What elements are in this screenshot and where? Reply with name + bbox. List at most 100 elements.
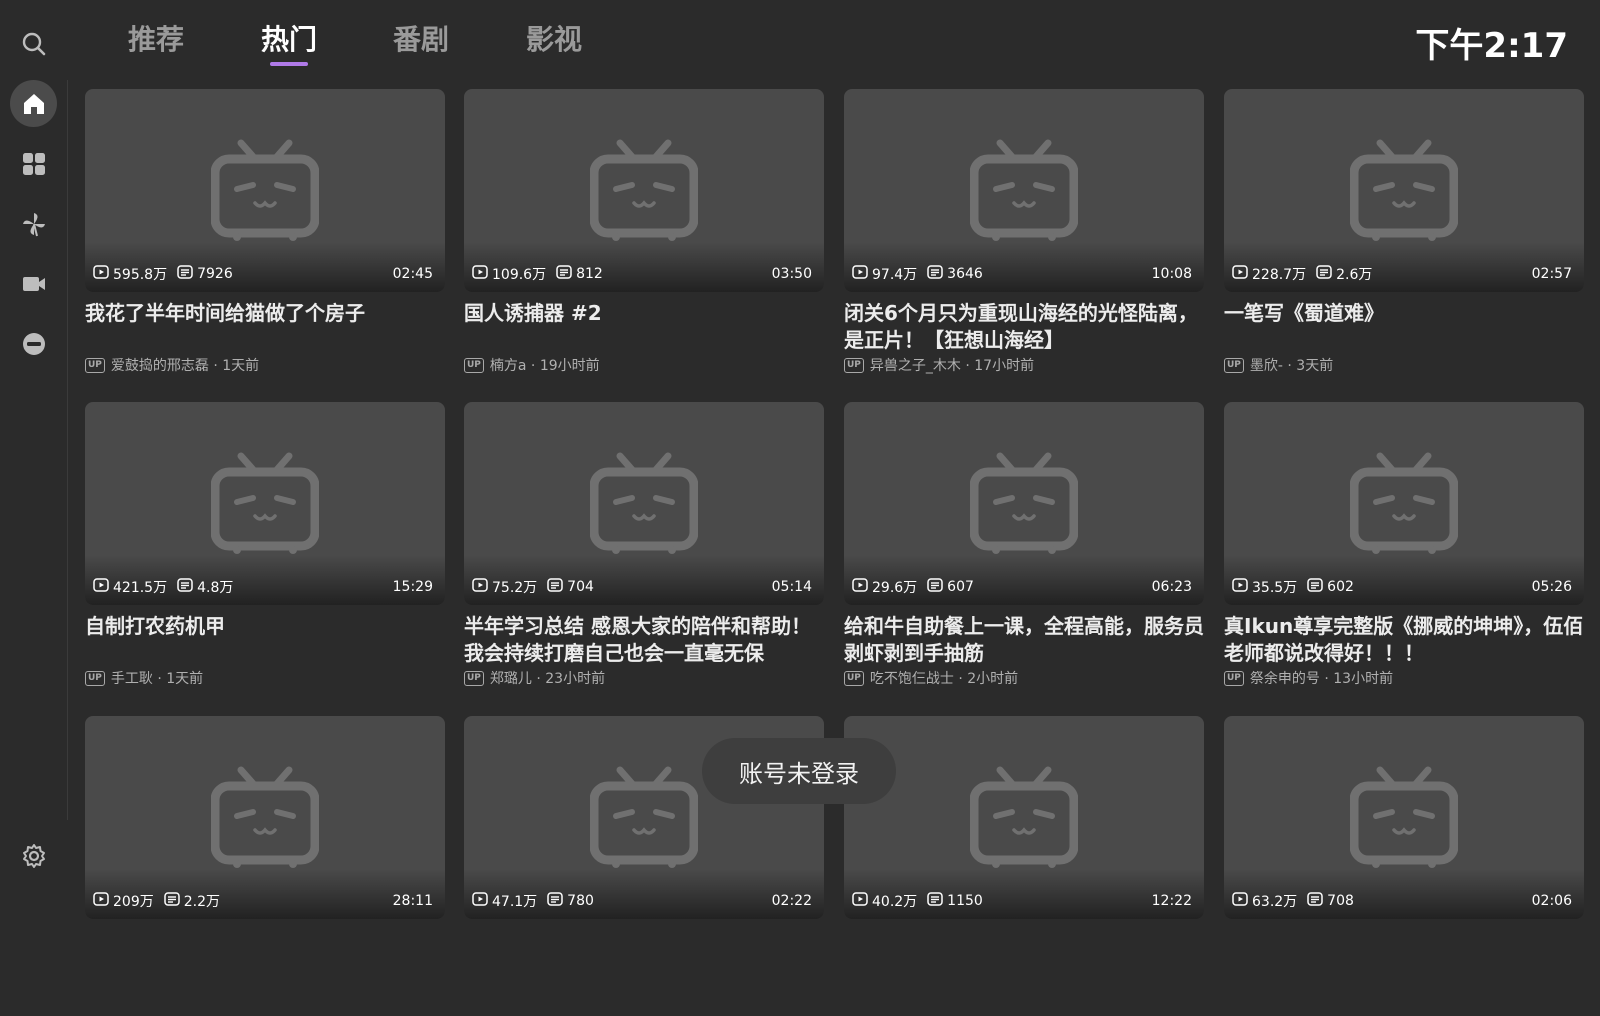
video-card[interactable]: 35.5万 602 05:26 真Ikun尊享完整版《挪威的坤坤》，伍佰老师都说改得好… [1224,402,1584,702]
video-card[interactable]: 97.4万 3646 10:08 闭关6个月只为重现山海经的光怪陆离，是正片！【狂想山… [844,89,1204,389]
video-duration: 03:50 [771,266,812,282]
tab-active-indicator [270,62,308,66]
video-stats: 228.7万 2.6万 02:57 [1232,264,1572,284]
uploader-text: 手工耿 · 1天前 [110,671,204,687]
tab-film-tv[interactable]: 影视 [526,18,582,58]
tab-hot[interactable]: 热门 [261,18,317,66]
video-duration: 12:22 [1151,893,1192,909]
video-stats: 209万 2.2万 28:11 [93,891,433,911]
video-thumbnail[interactable]: 109.6万 812 03:50 [464,89,824,292]
play-count: 40.2万 [872,894,918,910]
danmaku-count: 2.6万 [1336,267,1373,283]
video-card[interactable]: 595.8万 7926 02:45 我花了半年时间给猫做了个房子 UP 爱鼓捣的邢志磊 ·… [85,89,445,389]
video-uploader: UP 墨欣- · 3天前 [1224,355,1333,375]
danmaku-count: 3646 [947,266,983,282]
video-card[interactable]: 228.7万 2.6万 02:57 一笔写《蜀道难》 UP 墨欣- · 3天前 [1224,89,1584,389]
video-title[interactable]: 真Ikun尊享完整版《挪威的坤坤》，伍佰老师都说改得好！！！ [1224,613,1586,667]
video-card[interactable]: 29.6万 607 06:23 给和牛自助餐上一课，全程高能，服务员剥虾剥到手抽筋 UP… [844,402,1204,702]
play-count-icon [1232,891,1252,911]
video-stats: 421.5万 4.8万 15:29 [93,577,433,597]
video-uploader: UP 爱鼓捣的邢志磊 · 1天前 [85,355,259,375]
video-card[interactable]: 421.5万 4.8万 15:29 自制打农药机甲 UP 手工耿 · 1天前 [85,402,445,702]
video-camera-icon[interactable] [10,260,57,307]
play-count: 29.6万 [872,580,918,596]
video-uploader: UP 祭余申的号 · 13小时前 [1224,668,1393,688]
settings-icon[interactable] [10,832,57,879]
video-card[interactable]: 109.6万 812 03:50 国人诱捕器 #2 UP 楠方a · 19小时前 [464,89,824,389]
tab-recommend[interactable]: 推荐 [128,18,184,58]
danmaku-icon [177,577,197,597]
up-badge-icon: UP [464,670,484,686]
uploader-text: 墨欣- · 3天前 [1249,358,1334,374]
video-title[interactable]: 闭关6个月只为重现山海经的光怪陆离，是正片！【狂想山海经】 [844,300,1206,354]
video-card[interactable]: 40.2万 1150 12:22 [844,716,1204,1016]
video-stats: 97.4万 3646 10:08 [852,264,1192,284]
video-thumbnail[interactable]: 595.8万 7926 02:45 [85,89,445,292]
video-duration: 02:57 [1531,266,1572,282]
play-count-icon [472,891,492,911]
up-badge-icon: UP [1224,357,1244,373]
pinwheel-icon[interactable] [10,200,57,247]
video-thumbnail[interactable]: 228.7万 2.6万 02:57 [1224,89,1584,292]
video-thumbnail[interactable]: 40.2万 1150 12:22 [844,716,1204,919]
danmaku-count: 607 [947,579,974,595]
play-count: 63.2万 [1252,894,1298,910]
video-stats: 75.2万 704 05:14 [472,577,812,597]
video-duration: 02:45 [392,266,433,282]
home-icon[interactable] [10,80,57,127]
video-stats: 35.5万 602 05:26 [1232,577,1572,597]
danmaku-count: 708 [1327,893,1354,909]
video-title[interactable]: 给和牛自助餐上一课，全程高能，服务员剥虾剥到手抽筋 [844,613,1206,667]
video-title[interactable]: 自制打农药机甲 [85,613,447,640]
danmaku-icon [927,577,947,597]
video-stats: 63.2万 708 02:06 [1232,891,1572,911]
video-uploader: UP 吃不饱仨战士 · 2小时前 [844,668,1018,688]
clock: 下午2:17 [1415,26,1568,66]
play-count: 35.5万 [1252,580,1298,596]
video-title[interactable]: 我花了半年时间给猫做了个房子 [85,300,447,327]
danmaku-icon [1307,577,1327,597]
video-stats: 47.1万 780 02:22 [472,891,812,911]
play-count: 109.6万 [492,267,547,283]
play-count: 209万 [113,894,154,910]
video-uploader: UP 楠方a · 19小时前 [464,355,600,375]
sidebar-divider [67,80,68,820]
danmaku-count: 812 [576,266,603,282]
video-duration: 05:26 [1531,579,1572,595]
danmaku-count: 780 [567,893,594,909]
uploader-text: 异兽之子_木木 · 17小时前 [869,358,1035,374]
video-duration: 15:29 [392,579,433,595]
categories-icon[interactable] [10,140,57,187]
video-title[interactable]: 半年学习总结 感恩大家的陪伴和帮助！我会持续打磨自己也会一直毫无保 [464,613,826,667]
video-duration: 02:22 [771,893,812,909]
uploader-text: 爱鼓捣的邢志磊 · 1天前 [110,358,260,374]
bangumi-icon[interactable] [10,320,57,367]
search-icon[interactable] [10,20,57,67]
play-count-icon [93,264,113,284]
video-thumbnail[interactable]: 29.6万 607 06:23 [844,402,1204,605]
video-card[interactable]: 75.2万 704 05:14 半年学习总结 感恩大家的陪伴和帮助！我会持续打磨自己也… [464,402,824,702]
video-thumbnail[interactable]: 35.5万 602 05:26 [1224,402,1584,605]
video-title[interactable]: 国人诱捕器 #2 [464,300,826,327]
video-stats: 29.6万 607 06:23 [852,577,1192,597]
tab-bangumi[interactable]: 番剧 [393,18,449,58]
play-count-icon [852,577,872,597]
video-thumbnail[interactable]: 209万 2.2万 28:11 [85,716,445,919]
uploader-text: 郑璐儿 · 23小时前 [489,671,606,687]
danmaku-icon [547,577,567,597]
video-title[interactable]: 一笔写《蜀道难》 [1224,300,1586,327]
play-count-icon [472,264,492,284]
video-stats: 40.2万 1150 12:22 [852,891,1192,911]
video-card[interactable]: 209万 2.2万 28:11 [85,716,445,1016]
play-count-icon [1232,577,1252,597]
danmaku-count: 704 [567,579,594,595]
video-thumbnail[interactable]: 421.5万 4.8万 15:29 [85,402,445,605]
danmaku-icon [177,264,197,284]
video-thumbnail[interactable]: 63.2万 708 02:06 [1224,716,1584,919]
play-count: 228.7万 [1252,267,1307,283]
danmaku-icon [163,891,184,911]
danmaku-icon [927,264,947,284]
video-card[interactable]: 63.2万 708 02:06 [1224,716,1584,1016]
video-thumbnail[interactable]: 75.2万 704 05:14 [464,402,824,605]
video-thumbnail[interactable]: 97.4万 3646 10:08 [844,89,1204,292]
